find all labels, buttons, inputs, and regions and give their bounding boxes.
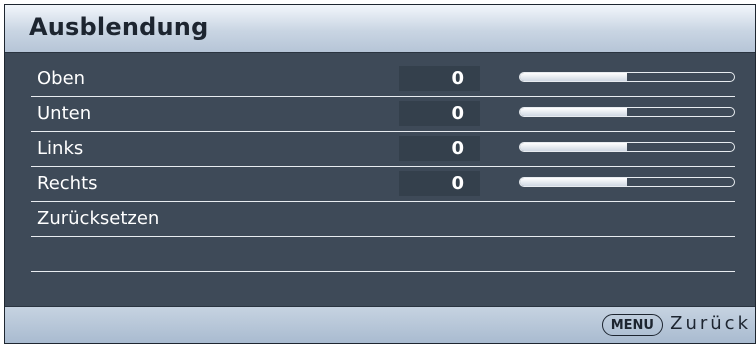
row-label: Unten [37,103,92,124]
row-value: 0 [399,171,480,196]
slider[interactable] [519,177,735,187]
osd-menu: Ausblendung Oben 0 Unten 0 Links 0 Recht… [4,4,756,344]
menu-key-icon[interactable]: MENU [601,314,663,336]
empty-row [31,237,735,272]
row-reset[interactable]: Zurücksetzen [31,202,735,237]
slider-fill [520,108,627,116]
back-label: Zurück [670,313,751,334]
row-rechts[interactable]: Rechts 0 [31,167,735,202]
row-oben[interactable]: Oben 0 [31,62,735,97]
slider-fill [520,143,627,151]
row-value: 0 [399,101,480,126]
row-unten[interactable]: Unten 0 [31,97,735,132]
slider[interactable] [519,107,735,117]
slider-fill [520,73,627,81]
row-links[interactable]: Links 0 [31,132,735,167]
row-label: Oben [37,68,86,89]
bottom-bar: MENU Zurück [5,306,755,343]
row-value: 0 [399,66,480,91]
reset-label: Zurücksetzen [37,208,160,229]
row-value: 0 [399,136,480,161]
slider-fill [520,178,627,186]
slider[interactable] [519,72,735,82]
menu-title: Ausblendung [29,13,209,41]
row-label: Links [37,138,84,159]
menu-list: Oben 0 Unten 0 Links 0 Rechts 0 Zurückse… [31,62,735,272]
title-bar: Ausblendung [5,5,755,53]
slider[interactable] [519,142,735,152]
row-label: Rechts [37,173,98,194]
